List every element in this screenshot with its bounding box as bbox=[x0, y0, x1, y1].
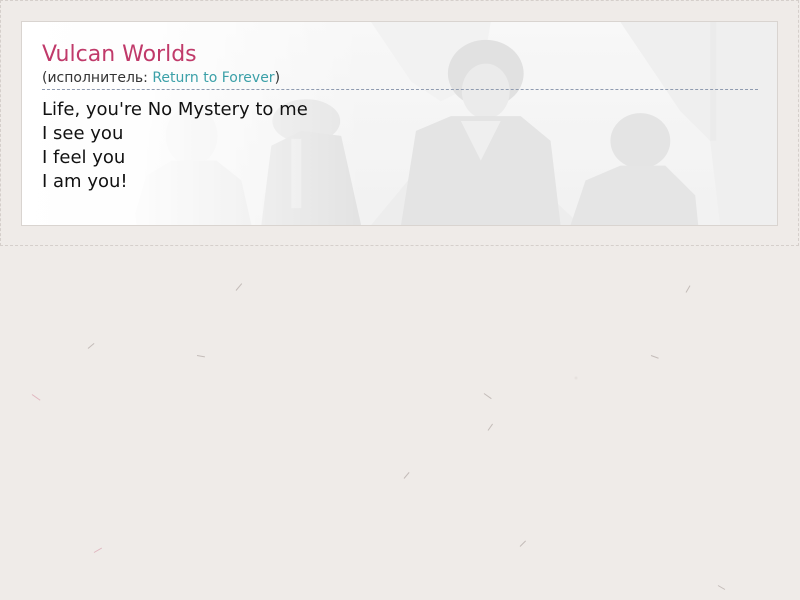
paper-fleck bbox=[87, 342, 95, 349]
paper-fleck bbox=[403, 472, 410, 479]
lyric-line: I am you! bbox=[42, 171, 128, 192]
lyric-line: I see you bbox=[42, 123, 124, 144]
paper-fleck bbox=[685, 285, 691, 293]
paper-fleck bbox=[196, 355, 205, 358]
song-content: Vulcan Worlds (исполнитель: Return to Fo… bbox=[42, 42, 758, 194]
paper-fleck bbox=[650, 355, 659, 359]
song-card: Vulcan Worlds (исполнитель: Return to Fo… bbox=[21, 21, 778, 226]
lyrics-block: Life, you're No Mystery to me I see you … bbox=[42, 98, 757, 194]
paper-fleck bbox=[717, 585, 726, 590]
artist-line: (исполнитель: Return to Forever) bbox=[42, 68, 758, 90]
artist-suffix: ) bbox=[274, 70, 281, 86]
artist-link[interactable]: Return to Forever bbox=[152, 70, 274, 86]
paper-fleck bbox=[93, 547, 103, 553]
lyric-line: Life, you're No Mystery to me bbox=[42, 99, 308, 120]
paper-fleck bbox=[31, 394, 41, 401]
paper-fleck bbox=[235, 283, 243, 291]
page-background: Vulcan Worlds (исполнитель: Return to Fo… bbox=[0, 0, 800, 600]
song-title: Vulcan Worlds bbox=[42, 42, 197, 67]
lyric-line: I feel you bbox=[42, 147, 126, 168]
paper-fleck bbox=[519, 540, 527, 547]
paper-fleck bbox=[483, 393, 492, 400]
paper-fleck bbox=[487, 423, 493, 431]
artist-prefix: (исполнитель: bbox=[42, 70, 153, 86]
